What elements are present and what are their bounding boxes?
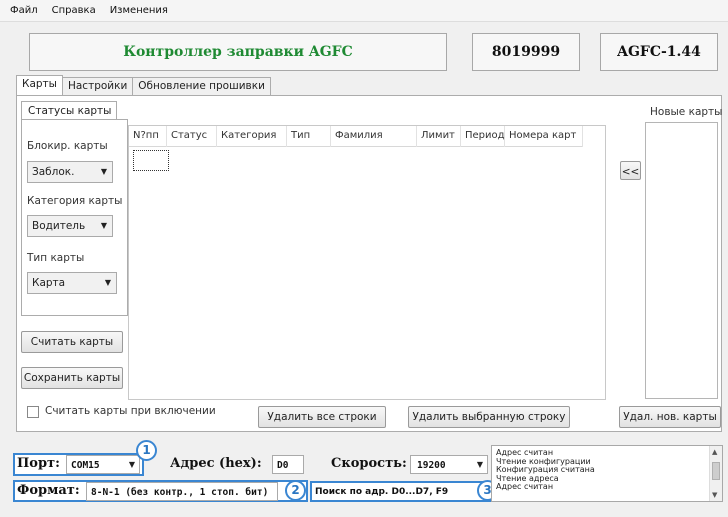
- address-search-label: Поиск по адр. D0...D7, F9: [315, 487, 449, 497]
- column-header[interactable]: Категория: [217, 126, 287, 147]
- log-line: Адрес считан: [496, 482, 554, 492]
- log-scrollbar[interactable]: ▲ ▼: [709, 446, 722, 501]
- block-card-label: Блокир. карты: [27, 140, 108, 152]
- format-select[interactable]: 8-N-1 (без контр., 1 стоп. бит): [86, 482, 278, 501]
- speed-label: Скорость:: [331, 456, 407, 471]
- port-label: Порт:: [17, 456, 60, 471]
- column-header[interactable]: N?пп: [129, 126, 167, 147]
- port-select[interactable]: COM15 ▼: [66, 455, 140, 474]
- grid-selected-cell[interactable]: [133, 150, 169, 171]
- block-card-value: Заблок.: [32, 166, 75, 178]
- cards-grid[interactable]: N?пп Статус Категория Тип Фамилия Лимит …: [128, 125, 606, 400]
- column-header[interactable]: Тип: [287, 126, 331, 147]
- menu-changes[interactable]: Изменения: [104, 5, 176, 16]
- delete-all-rows-button[interactable]: Удалить все строки: [258, 406, 386, 428]
- firmware-version: AGFC-1.44: [600, 33, 718, 71]
- new-cards-list[interactable]: [645, 122, 718, 399]
- serial-number: 8019999: [472, 33, 580, 71]
- app-window: Файл Справка Изменения Контроллер заправ…: [0, 0, 728, 517]
- column-header[interactable]: Статус: [167, 126, 217, 147]
- menu-bar: Файл Справка Изменения: [0, 0, 728, 22]
- read-cards-button[interactable]: Считать карты: [21, 331, 123, 353]
- chevron-down-icon: ▼: [104, 278, 111, 287]
- speed-value: 19200: [417, 460, 446, 471]
- card-category-label: Категория карты: [27, 195, 123, 207]
- menu-file[interactable]: Файл: [4, 5, 46, 16]
- callout-badge-1: 1: [136, 440, 157, 461]
- delete-new-cards-button[interactable]: Удал. нов. карты: [619, 406, 721, 428]
- speed-select[interactable]: 19200 ▼: [410, 455, 488, 474]
- column-header[interactable]: Фамилия: [331, 126, 417, 147]
- address-input[interactable]: D0: [272, 455, 304, 474]
- log-line: Адрес считан: [496, 448, 554, 457]
- card-type-value: Карта: [32, 277, 66, 289]
- read-on-start-checkbox[interactable]: [27, 406, 39, 418]
- port-value: COM15: [71, 460, 100, 471]
- scrollbar-thumb[interactable]: [712, 462, 720, 480]
- move-to-grid-button[interactable]: <<: [620, 161, 641, 180]
- column-header[interactable]: Лимит: [417, 126, 461, 147]
- card-category-value: Водитель: [32, 220, 86, 232]
- chevron-down-icon: ▼: [100, 221, 107, 230]
- tab-card-statuses[interactable]: Статусы карты: [21, 101, 117, 120]
- chevron-down-icon: ▼: [476, 460, 483, 469]
- format-label: Формат:: [17, 483, 80, 498]
- menu-help[interactable]: Справка: [46, 5, 104, 16]
- arrow-up-icon[interactable]: ▲: [712, 448, 717, 456]
- card-type-select[interactable]: Карта ▼: [27, 272, 117, 294]
- address-value: D0: [277, 460, 289, 471]
- block-card-select[interactable]: Заблок. ▼: [27, 161, 113, 183]
- grid-header: N?пп Статус Категория Тип Фамилия Лимит …: [129, 126, 583, 147]
- new-cards-label: Новые карты: [650, 106, 723, 118]
- address-search-button[interactable]: Поиск по адр. D0...D7, F9: [310, 481, 492, 502]
- address-label: Адрес (hex):: [170, 456, 262, 471]
- read-on-start-label: Считать карты при включении: [45, 405, 216, 417]
- delete-selected-row-button[interactable]: Удалить выбранную строку: [408, 406, 570, 428]
- app-title: Контроллер заправки AGFC: [29, 33, 447, 71]
- callout-badge-2: 2: [285, 480, 306, 501]
- tab-cards[interactable]: Карты: [16, 75, 63, 95]
- tab-firmware-update[interactable]: Обновление прошивки: [132, 77, 271, 95]
- tab-settings[interactable]: Настройки: [61, 77, 134, 95]
- chevron-down-icon: ▼: [128, 460, 135, 469]
- arrow-down-icon[interactable]: ▼: [712, 491, 717, 499]
- column-header[interactable]: Номера карт: [505, 126, 583, 147]
- column-header[interactable]: Период: [461, 126, 505, 147]
- chevron-down-icon: ▼: [100, 167, 107, 176]
- card-type-label: Тип карты: [27, 252, 85, 264]
- save-cards-button[interactable]: Сохранить карты: [21, 367, 123, 389]
- format-value: 8-N-1 (без контр., 1 стоп. бит): [91, 487, 269, 498]
- card-category-select[interactable]: Водитель ▼: [27, 215, 113, 237]
- status-log[interactable]: Адрес считан Чтение конфигурации Конфигу…: [491, 445, 723, 502]
- main-tabs: Карты Настройки Обновление прошивки: [16, 75, 271, 95]
